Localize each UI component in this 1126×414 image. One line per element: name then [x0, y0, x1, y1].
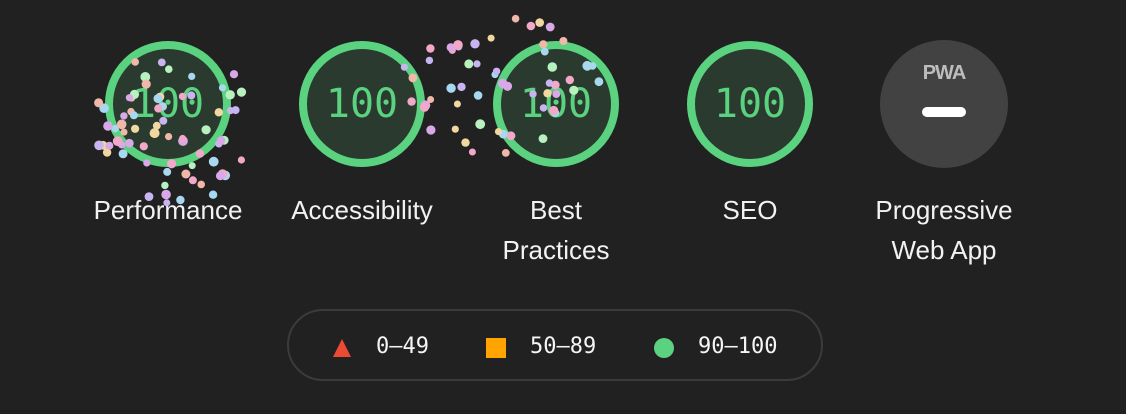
legend-pass-text: 90–100 [698, 334, 778, 359]
gauge-score: 100 [131, 81, 205, 127]
legend-average-text: 50–89 [530, 334, 597, 359]
gauge-score: 100 [325, 81, 399, 127]
legend-fail-text: 0–49 [376, 334, 429, 359]
gauge-label: Best Practices [502, 195, 610, 265]
confetti-dot [511, 14, 520, 23]
gauge-score: 100 [519, 81, 593, 127]
confetti-dot [526, 21, 536, 31]
gauge-label: Accessibility [291, 195, 433, 225]
confetti-dot [545, 22, 555, 32]
gauge-label: Performance [93, 195, 243, 225]
gauge-performance[interactable]: 100 Performance [68, 40, 268, 280]
gauge-score: 100 [713, 81, 787, 127]
gauge-seo[interactable]: 100 SEO [650, 40, 850, 280]
pwa-logo-text: PWA [922, 62, 967, 84]
gauge-label: SEO [722, 195, 778, 225]
circle-icon [654, 338, 674, 358]
square-icon [486, 338, 506, 358]
pwa-badge: PWA [880, 40, 1008, 168]
score-legend: 0–49 50–89 90–100 [287, 309, 823, 381]
confetti-dot [535, 18, 544, 27]
gauge-accessibility[interactable]: 100 Accessibility [262, 40, 462, 280]
gauge-pwa[interactable]: PWA Progressive Web App [844, 40, 1044, 280]
gauge-best-practices[interactable]: 100 Best Practices [456, 40, 656, 280]
pwa-dash-icon [922, 107, 966, 117]
gauge-label: Progressive Web App [875, 195, 1013, 265]
triangle-icon [333, 339, 351, 357]
